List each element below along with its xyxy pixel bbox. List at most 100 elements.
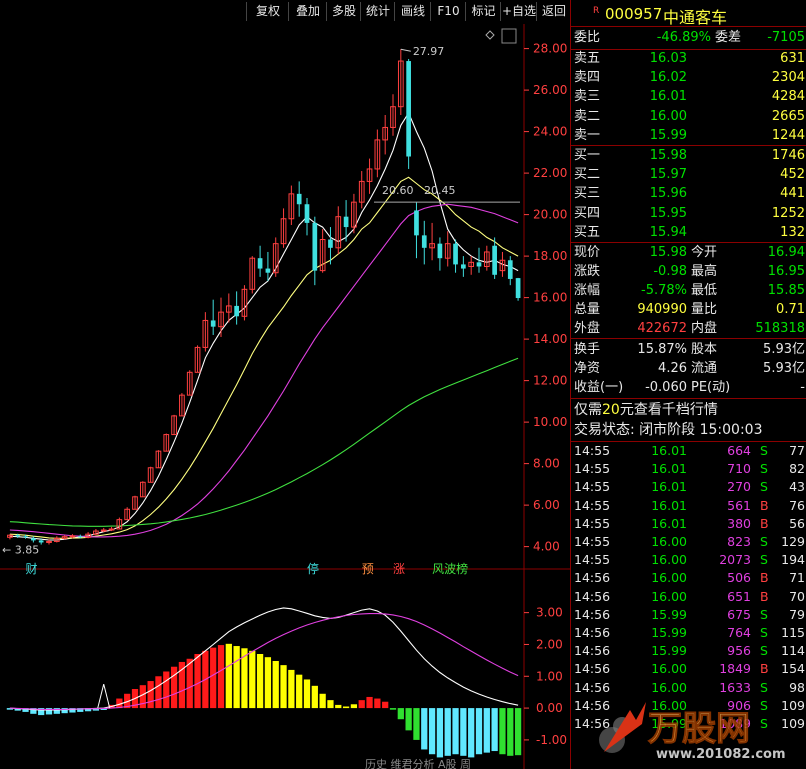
- trade-row: 14:56 16.00 1849 B 154: [571, 660, 806, 678]
- biaoji-button[interactable]: 标记: [465, 2, 501, 21]
- huaxian-button[interactable]: 画线: [394, 2, 431, 21]
- trade-side: S: [760, 461, 768, 477]
- sell-order-row[interactable]: 卖三 16.01 4284: [571, 88, 806, 106]
- indicator-y-label: 2.00: [536, 637, 563, 651]
- high-annotation: 27.97: [413, 45, 445, 58]
- sell-order-label: 卖五: [574, 51, 601, 66]
- buy-order-price: 15.97: [649, 167, 687, 183]
- diejia-button[interactable]: 叠加: [288, 2, 327, 21]
- sell-order-row[interactable]: 卖一 15.99 1244: [571, 127, 806, 145]
- sell-order-row[interactable]: 卖五 16.03 631: [571, 50, 806, 68]
- quote-label: 最低: [691, 283, 718, 298]
- trade-price: 15.99: [651, 643, 687, 659]
- sell-order-row[interactable]: 卖二 16.00 2665: [571, 108, 806, 126]
- macd-bar: [397, 708, 404, 720]
- trade-side: S: [760, 643, 768, 659]
- indicator-bottom-label: 历史 维君分析 A股 周: [365, 757, 471, 769]
- trade-row: 14:55 16.00 823 S 129: [571, 533, 806, 551]
- weicha-value: -7105: [767, 30, 805, 45]
- macd-bar: [296, 674, 303, 709]
- buy-order-volume: 441: [780, 186, 805, 202]
- macd-bar: [382, 701, 389, 709]
- buy-order-row[interactable]: 买三 15.96 441: [571, 185, 806, 203]
- macd-bar: [280, 665, 287, 709]
- event-label: 涨: [393, 561, 405, 576]
- divider: [571, 338, 806, 339]
- buy-order-row[interactable]: 买一 15.98 1746: [571, 147, 806, 165]
- finance-label: 股本: [691, 342, 718, 357]
- sell-order-row[interactable]: 卖四 16.02 2304: [571, 69, 806, 87]
- candle-body: [69, 535, 76, 538]
- tongji-button[interactable]: 统计: [360, 2, 395, 21]
- trade-time: 14:55: [574, 461, 611, 477]
- sell-order-price: 16.00: [649, 108, 687, 124]
- sell-order-price: 16.02: [649, 70, 687, 86]
- event-label: 财: [26, 562, 38, 576]
- trade-price: 16.01: [651, 497, 687, 513]
- macd-bar: [155, 676, 162, 709]
- buy-order-volume: 1746: [771, 148, 805, 163]
- trade-price: 16.00: [651, 570, 687, 586]
- quote-label: 量比: [691, 302, 718, 317]
- macd-bar: [186, 658, 193, 709]
- sell-order-label: 卖四: [574, 70, 601, 86]
- trade-price: 16.01: [651, 443, 687, 458]
- trade-count: 77: [789, 443, 805, 458]
- trade-volume: 664: [727, 443, 751, 458]
- buy-order-volume: 132: [780, 224, 805, 240]
- add-favorite-button[interactable]: +自选: [500, 2, 537, 21]
- kline-chart[interactable]: 28.00 26.00 24.00 22.00 20.00 18.00 16.00 14.00…: [0, 24, 570, 769]
- back-button[interactable]: 返回: [536, 2, 571, 21]
- trade-count: 115: [781, 625, 805, 640]
- trade-volume: 956: [727, 643, 751, 659]
- sell-order-volume: 1244: [771, 127, 805, 143]
- finance-value: 4.26: [658, 361, 687, 376]
- candle-body: [414, 210, 419, 236]
- stock-code: 000957: [605, 5, 663, 23]
- trade-row: 14:55 16.01 270 S 43: [571, 478, 806, 496]
- trade-volume: 1849: [719, 661, 751, 677]
- macd-bar: [358, 700, 365, 709]
- trade-time: 14:55: [574, 443, 611, 458]
- low-annotation: ← 3.85: [2, 544, 39, 557]
- duogu-button[interactable]: 多股: [326, 2, 361, 21]
- watermark-url: www.201082.com: [656, 747, 786, 762]
- trade-status-text: 交易状态: 闭市阶段 15:00:03: [574, 422, 763, 438]
- y-tick-label: 4.00: [533, 540, 560, 554]
- trade-row: 14:55 16.01 664 S 77: [571, 442, 806, 460]
- macd-bar: [468, 708, 475, 758]
- promo-pre: 仅需: [574, 402, 602, 418]
- y-tick-label: 8.00: [533, 457, 560, 471]
- trade-time: 14:56: [574, 570, 611, 586]
- ma60-line: [9, 357, 519, 527]
- buy-order-row[interactable]: 买五 15.94 132: [571, 224, 806, 242]
- f10-button[interactable]: F10: [430, 2, 466, 21]
- quote-row: 涨跌 -0.98 最高 16.95: [571, 263, 806, 281]
- buy-order-row[interactable]: 买四 15.95 1252: [571, 205, 806, 223]
- indicator-y-label: 3.00: [536, 606, 563, 620]
- weibi-label: 委比: [574, 30, 601, 45]
- trade-time: 14:56: [574, 588, 611, 604]
- macd-bar: [303, 679, 311, 709]
- macd-bar: [342, 706, 350, 709]
- promo-highlight: 20: [602, 402, 620, 418]
- divider: [571, 26, 806, 27]
- trade-row: 14:56 16.00 651 B 70: [571, 588, 806, 606]
- trade-side: S: [760, 534, 768, 549]
- sell-order-volume: 631: [780, 51, 805, 66]
- promo-post: 元查看千档行情: [619, 402, 718, 418]
- fuquan-button[interactable]: 复权: [246, 2, 289, 21]
- finance-label: 净资: [574, 361, 601, 376]
- stock-marker: R: [593, 6, 600, 16]
- trade-count: 82: [789, 461, 805, 477]
- promo-link[interactable]: 仅需20元查看千档行情: [571, 401, 806, 419]
- trade-count: 76: [789, 497, 805, 513]
- signal-marker: [97, 683, 111, 709]
- buy-order-row[interactable]: 买二 15.97 452: [571, 166, 806, 184]
- buy-order-label: 买三: [574, 186, 601, 202]
- weibi-row: 委比 -46.89% 委差 -7105: [571, 29, 806, 47]
- trade-time: 14:56: [574, 606, 611, 622]
- divider: [571, 242, 806, 243]
- y-tick-label: 16.00: [533, 291, 567, 305]
- buy-order-price: 15.94: [649, 224, 687, 240]
